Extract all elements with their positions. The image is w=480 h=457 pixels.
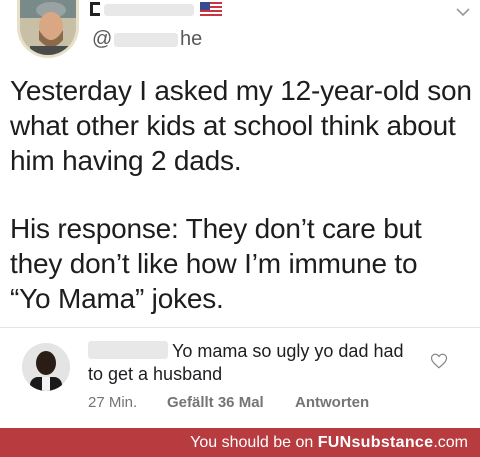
username-redacted [90, 2, 100, 16]
tweet-line-2: what other kids at school think about [10, 110, 456, 141]
divider [0, 327, 480, 328]
profile-avatar[interactable] [17, 0, 79, 58]
avatar-photo [20, 0, 76, 55]
watermark-suffix: .com [433, 434, 468, 451]
commenter-name-redacted [88, 341, 168, 359]
comment-time: 27 Min. [88, 394, 138, 411]
watermark-banner: You should be on FUNsubstance.com [0, 428, 480, 457]
commenter-avatar[interactable] [22, 343, 70, 391]
heart-icon[interactable] [430, 352, 448, 370]
chevron-down-icon[interactable] [456, 4, 470, 22]
comment-line-1: Yo mama so ugly yo dad had [172, 341, 404, 361]
handle-prefix: @ [92, 28, 113, 50]
handle-suffix: he [180, 28, 203, 50]
tweet-line-1: Yesterday I asked my 12-year-old son [10, 75, 472, 106]
tweet-line-6: “Yo Mama” jokes. [10, 283, 224, 314]
tweet-line-5: they don’t like how I’m immune to [10, 248, 418, 279]
reply-button[interactable]: Antworten [295, 394, 369, 411]
username-redaction [104, 4, 194, 16]
watermark-prefix: You should be on [190, 434, 318, 451]
watermark-brand: FUNsubstance [317, 434, 434, 451]
us-flag-icon [200, 2, 222, 16]
commenter-photo [22, 343, 70, 391]
tweet-line-4: His response: They don’t care but [10, 213, 422, 244]
comment-line-2: to get a husband [88, 364, 223, 384]
watermark-text: You should be on FUNsubstance.com [190, 428, 468, 457]
handle-redaction [114, 33, 178, 47]
comment-likes[interactable]: Gefällt 36 Mal [167, 394, 264, 411]
tweet-line-3: him having 2 dads. [10, 145, 242, 176]
